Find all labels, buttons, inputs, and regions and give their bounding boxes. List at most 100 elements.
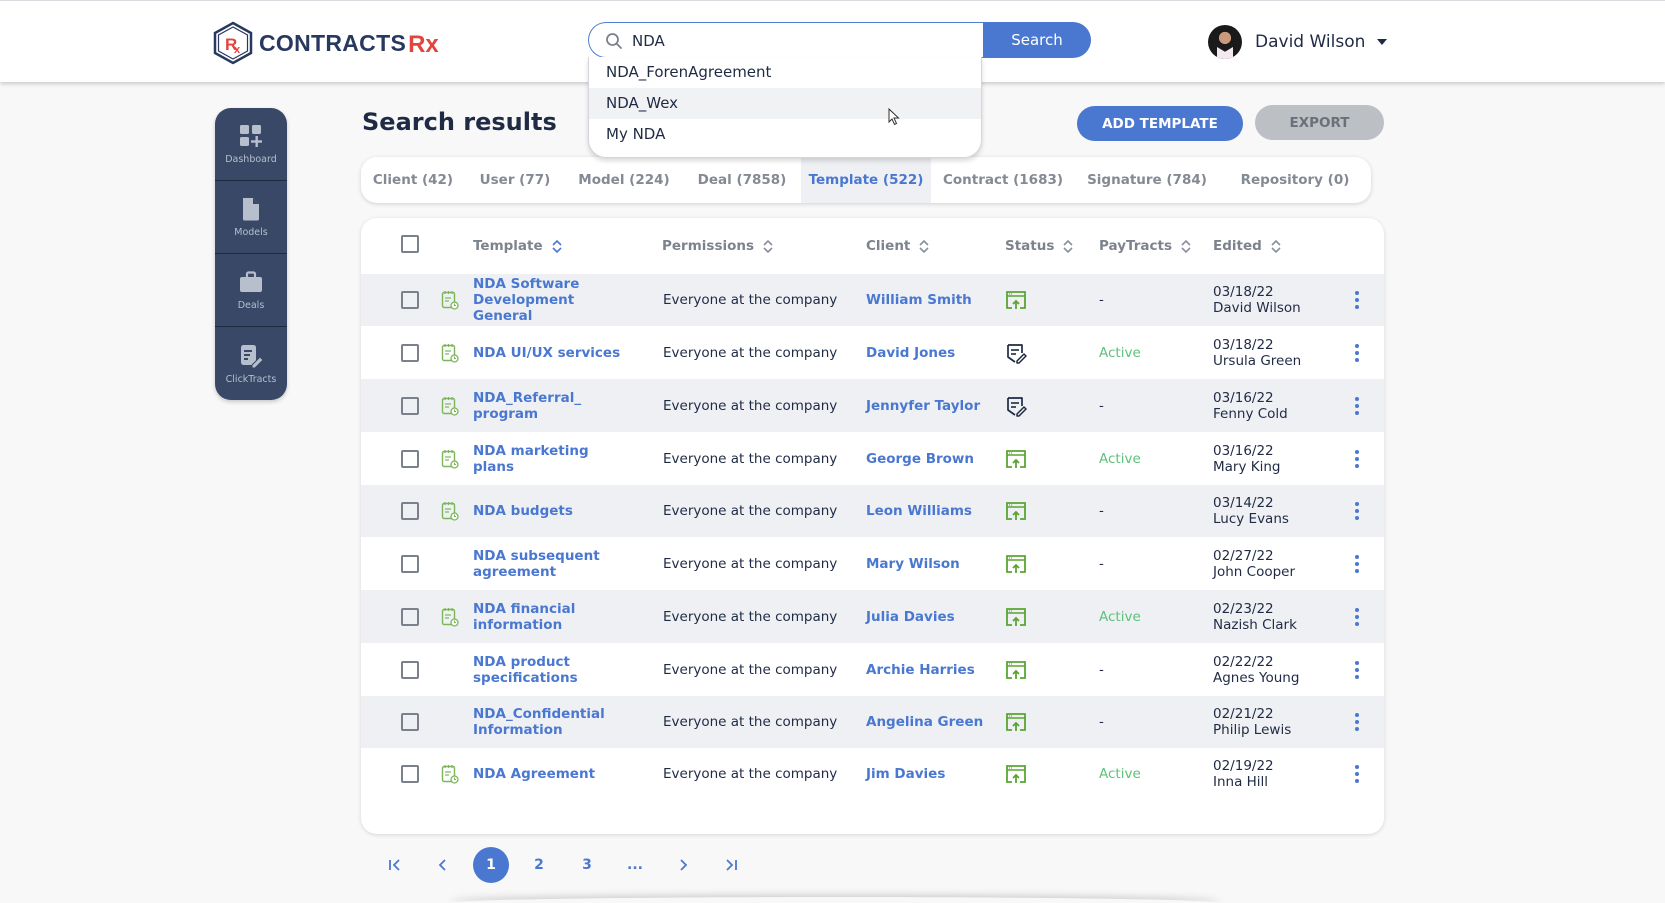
search-button[interactable]: Search xyxy=(983,22,1091,58)
sidebar-item-deals[interactable]: Deals xyxy=(215,254,287,327)
row-checkbox[interactable] xyxy=(401,713,419,731)
client-link[interactable]: William Smith xyxy=(866,292,972,308)
table-row[interactable]: NDA budgets Everyone at the company Leon W… xyxy=(361,485,1384,537)
column-header-status[interactable]: Status xyxy=(1005,238,1073,254)
table-header: Template Permissions Client Status PayTr… xyxy=(361,218,1384,274)
column-header-edited[interactable]: Edited xyxy=(1213,238,1281,254)
tab-signature[interactable]: Signature (784) xyxy=(1075,157,1219,203)
sort-icon[interactable] xyxy=(763,239,773,254)
table-row[interactable]: NDA Software Development General Everyone… xyxy=(361,274,1384,326)
column-header-client[interactable]: Client xyxy=(866,238,929,254)
suggestion-item[interactable]: NDA_Wex xyxy=(589,88,981,119)
next-page-button[interactable] xyxy=(665,847,701,883)
kebab-menu-icon[interactable] xyxy=(1353,396,1361,416)
row-checkbox[interactable] xyxy=(401,396,419,415)
table-row[interactable]: NDA subsequent agreement Everyone at the … xyxy=(361,537,1384,590)
table-row[interactable]: NDA Agreement Everyone at the company Jim … xyxy=(361,748,1384,800)
chevron-down-icon[interactable] xyxy=(1377,39,1388,45)
sidebar-item-dashboard[interactable]: Dashboard xyxy=(215,108,287,181)
row-checkbox[interactable] xyxy=(401,765,419,783)
tab-repository[interactable]: Repository (0) xyxy=(1219,157,1371,203)
client-link[interactable]: Julia Davies xyxy=(866,609,955,625)
template-name-link[interactable]: NDA product specifications xyxy=(473,654,623,686)
client-link[interactable]: Leon Williams xyxy=(866,503,972,519)
edited-cell: 02/19/22 Inna Hill xyxy=(1213,758,1274,790)
kebab-menu-icon[interactable] xyxy=(1353,660,1361,680)
template-name-link[interactable]: NDA_Referral_ program xyxy=(473,390,623,422)
template-name-link[interactable]: NDA marketing plans xyxy=(473,443,623,475)
row-checkbox[interactable] xyxy=(401,660,419,679)
client-link[interactable]: Angelina Green xyxy=(866,714,983,730)
table-row[interactable]: NDA financial information Everyone at the… xyxy=(361,590,1384,643)
row-checkbox[interactable] xyxy=(401,291,419,309)
kebab-menu-icon[interactable] xyxy=(1353,290,1361,310)
page-button-3[interactable]: 3 xyxy=(569,847,605,883)
sort-icon[interactable] xyxy=(1271,239,1281,254)
sort-icon[interactable] xyxy=(552,239,562,254)
client-link[interactable]: Mary Wilson xyxy=(866,556,960,572)
row-checkbox[interactable] xyxy=(401,343,419,362)
user-name: David Wilson xyxy=(1255,32,1366,52)
tab-template[interactable]: Template (522) xyxy=(801,157,931,203)
table-row[interactable]: NDA product specifications Everyone at th… xyxy=(361,643,1384,696)
tab-client[interactable]: Client (42) xyxy=(361,157,465,203)
client-link[interactable]: Jennyfer Taylor xyxy=(866,398,980,414)
kebab-menu-icon[interactable] xyxy=(1353,712,1361,732)
client-link[interactable]: Archie Harries xyxy=(866,662,975,678)
template-name-link[interactable]: NDA financial information xyxy=(473,601,623,633)
tab-deal[interactable]: Deal (7858) xyxy=(683,157,801,203)
sort-icon[interactable] xyxy=(1181,239,1191,254)
column-header-template[interactable]: Template xyxy=(473,238,562,254)
table-row[interactable]: NDA_Referral_ program Everyone at the com… xyxy=(361,379,1384,432)
column-header-permissions[interactable]: Permissions xyxy=(662,238,773,254)
template-name-link[interactable]: NDA subsequent agreement xyxy=(473,548,623,580)
select-all-checkbox[interactable] xyxy=(401,235,419,253)
table-row[interactable]: NDA UI/UX services Everyone at the compan… xyxy=(361,326,1384,379)
row-checkbox[interactable] xyxy=(401,554,419,573)
template-name-link[interactable]: NDA budgets xyxy=(473,503,623,519)
tab-model[interactable]: Model (224) xyxy=(565,157,683,203)
sidebar-item-clicktracts[interactable]: ClickTracts xyxy=(215,327,287,400)
kebab-menu-icon[interactable] xyxy=(1353,764,1361,784)
search-field[interactable] xyxy=(588,22,984,58)
avatar[interactable] xyxy=(1208,25,1242,59)
row-checkbox[interactable] xyxy=(401,502,419,520)
table-row[interactable]: NDA_Confidential Information Everyone at … xyxy=(361,696,1384,748)
sidebar-item-models[interactable]: Models xyxy=(215,181,287,254)
edited-cell: 03/16/22 Fenny Cold xyxy=(1213,390,1288,422)
template-name-link[interactable]: NDA UI/UX services xyxy=(473,345,623,361)
prev-page-button[interactable] xyxy=(425,847,461,883)
template-name-link[interactable]: NDA Agreement xyxy=(473,766,623,782)
page-ellipsis[interactable]: ... xyxy=(617,847,653,883)
row-checkbox[interactable] xyxy=(401,449,419,468)
client-link[interactable]: David Jones xyxy=(866,345,955,361)
template-name-link[interactable]: NDA Software Development General xyxy=(473,276,623,324)
tab-contract[interactable]: Contract (1683) xyxy=(931,157,1075,203)
tab-user[interactable]: User (77) xyxy=(465,157,565,203)
page-button-2[interactable]: 2 xyxy=(521,847,557,883)
contractsrx-logo[interactable]: R x CONTRACTS Rx xyxy=(213,21,439,65)
user-menu[interactable]: David Wilson xyxy=(1208,25,1388,59)
template-name-link[interactable]: NDA_Confidential Information xyxy=(473,706,623,738)
table-row[interactable]: NDA marketing plans Everyone at the compa… xyxy=(361,432,1384,485)
kebab-menu-icon[interactable] xyxy=(1353,343,1361,363)
export-button[interactable]: EXPORT xyxy=(1255,105,1384,140)
client-link[interactable]: George Brown xyxy=(866,451,974,467)
kebab-menu-icon[interactable] xyxy=(1353,449,1361,469)
search-input[interactable] xyxy=(632,29,972,53)
kebab-menu-icon[interactable] xyxy=(1353,607,1361,627)
kebab-menu-icon[interactable] xyxy=(1353,554,1361,574)
sort-icon[interactable] xyxy=(1063,239,1073,254)
add-template-button[interactable]: ADD TEMPLATE xyxy=(1077,106,1243,141)
suggestion-item[interactable]: NDA_ForenAgreement xyxy=(589,57,981,88)
edited-by: Philip Lewis xyxy=(1213,722,1292,738)
client-link[interactable]: Jim Davies xyxy=(866,766,945,782)
kebab-menu-icon[interactable] xyxy=(1353,501,1361,521)
last-page-button[interactable] xyxy=(713,847,749,883)
page-button-1[interactable]: 1 xyxy=(473,847,509,883)
suggestion-item[interactable]: My NDA xyxy=(589,119,981,150)
first-page-button[interactable] xyxy=(377,847,413,883)
sort-icon[interactable] xyxy=(919,239,929,254)
column-header-paytracts[interactable]: PayTracts xyxy=(1099,238,1191,254)
row-checkbox[interactable] xyxy=(401,607,419,626)
